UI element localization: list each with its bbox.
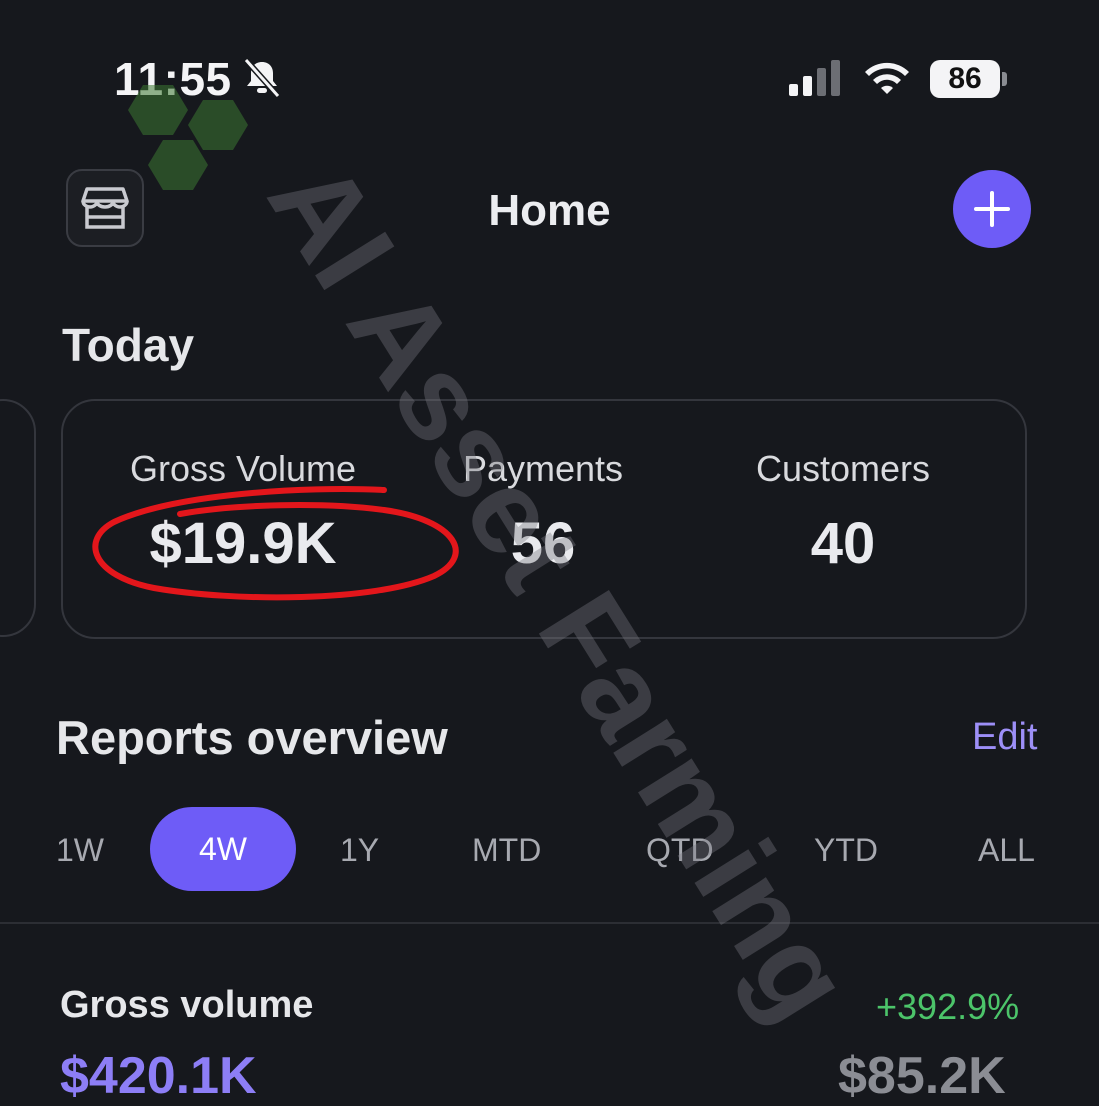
reports-overview-heading: Reports overview — [56, 711, 448, 764]
tab-1y[interactable]: 1Y — [340, 832, 379, 869]
plus-icon — [974, 191, 1010, 227]
today-heading: Today — [62, 319, 195, 371]
annotation-circle — [92, 486, 459, 601]
tab-all[interactable]: ALL — [978, 832, 1035, 869]
gross-volume-change: +392.9% — [876, 986, 1020, 1027]
metric-customers[interactable]: Customers 40 — [693, 448, 993, 577]
edit-reports-link[interactable]: Edit — [972, 716, 1037, 759]
previous-card-peek[interactable] — [0, 399, 36, 637]
add-button[interactable] — [953, 170, 1031, 248]
tab-4w[interactable]: 4W — [150, 807, 296, 891]
gross-volume-previous: $85.2K — [838, 1047, 1006, 1105]
battery-level: 86 — [930, 60, 1000, 98]
battery-tip — [1002, 72, 1007, 86]
gross-volume-value: $420.1K — [60, 1047, 257, 1105]
battery-indicator: 86 — [930, 60, 1008, 100]
wifi-icon — [865, 62, 909, 94]
tab-1w[interactable]: 1W — [56, 832, 104, 869]
metric-label: Customers — [755, 448, 931, 489]
gross-volume-title: Gross volume — [60, 984, 314, 1026]
watermark-logo-icon — [128, 85, 248, 190]
cellular-signal-icon — [789, 60, 840, 96]
metric-value: 40 — [810, 511, 876, 576]
tab-qtd[interactable]: QTD — [646, 832, 714, 869]
section-divider — [0, 922, 1099, 924]
tab-mtd[interactable]: MTD — [472, 832, 541, 869]
tab-ytd[interactable]: YTD — [814, 832, 878, 869]
